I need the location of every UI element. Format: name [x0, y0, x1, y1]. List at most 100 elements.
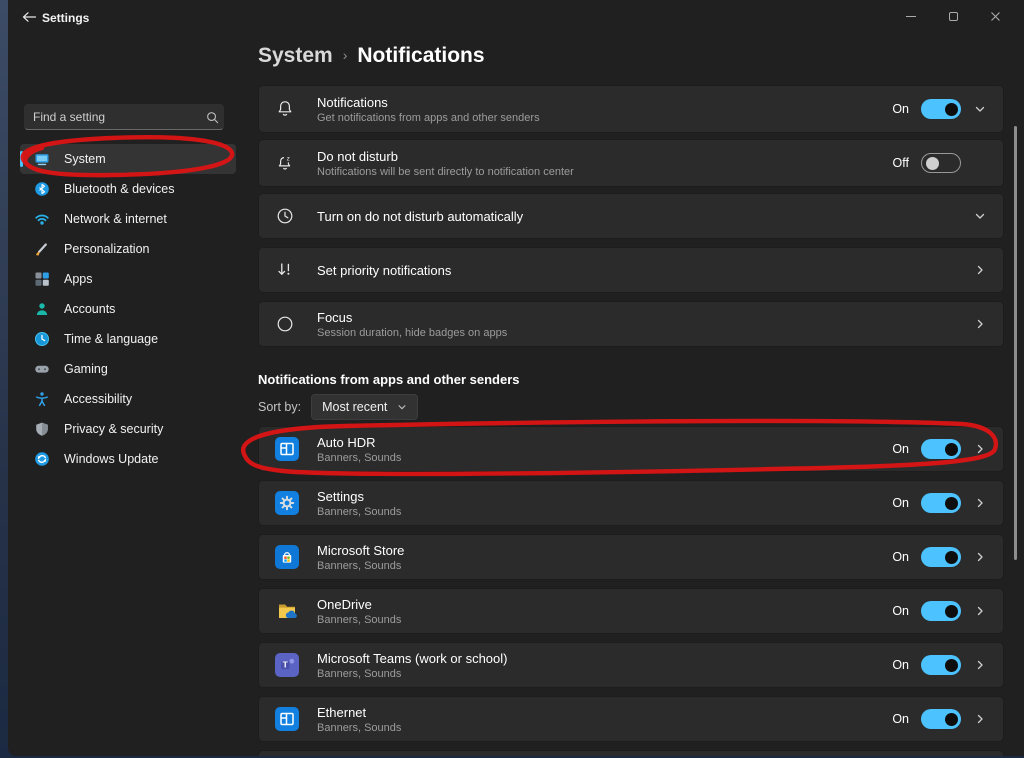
sidebar-item-gaming[interactable]: Gaming [20, 354, 236, 384]
chevron-right-icon [973, 497, 987, 509]
auto-hdr-toggle[interactable] [921, 439, 961, 459]
system-icon [34, 151, 50, 167]
minimize-icon [906, 16, 916, 17]
scrollbar[interactable] [1014, 126, 1017, 560]
card-priority-notifications[interactable]: Set priority notifications [258, 247, 1004, 293]
sort-dropdown-value: Most recent [322, 400, 387, 414]
chevron-right-icon [973, 443, 987, 455]
onedrive-toggle[interactable] [921, 601, 961, 621]
sidebar-item-bluetooth-devices[interactable]: Bluetooth & devices [20, 174, 236, 204]
sort-by-label: Sort by: [258, 400, 301, 414]
sidebar-item-label: Apps [64, 272, 93, 286]
app-subtitle: Banners, Sounds [317, 560, 887, 572]
sidebar: System Bluetooth & devices Network & int… [12, 36, 244, 756]
sidebar-nav: System Bluetooth & devices Network & int… [20, 144, 236, 474]
search-icon [201, 111, 223, 124]
app-row-settings[interactable]: Settings Banners, Sounds On [258, 480, 1004, 526]
apps-icon [34, 271, 50, 287]
close-icon [990, 11, 1001, 22]
app-name: Settings [317, 489, 887, 504]
do-not-disturb-icon: z [275, 153, 295, 173]
sidebar-item-label: Network & internet [64, 212, 167, 226]
app-row-onedrive[interactable]: OneDrive Banners, Sounds On [258, 588, 1004, 634]
toggle-state-label: On [887, 442, 909, 456]
card-title: Turn on do not disturb automatically [317, 209, 973, 224]
app-row-ethernet[interactable]: Ethernet Banners, Sounds On [258, 696, 1004, 742]
chevron-down-icon[interactable] [973, 210, 987, 222]
toggle-state-label: On [887, 658, 909, 672]
card-subtitle: Notifications will be sent directly to n… [317, 166, 887, 178]
card-dnd-automatic[interactable]: Turn on do not disturb automatically [258, 193, 1004, 239]
sidebar-item-label: System [64, 152, 106, 166]
close-button[interactable] [974, 0, 1016, 32]
chevron-right-icon [973, 551, 987, 563]
settings-window: Settings System [8, 0, 1024, 756]
page-title: Notifications [357, 44, 484, 68]
app-row-microsoft-store[interactable]: Microsoft Store Banners, Sounds On [258, 534, 1004, 580]
card-focus[interactable]: Focus Session duration, hide badges on a… [258, 301, 1004, 347]
search-box[interactable] [24, 104, 224, 130]
app-subtitle: Banners, Sounds [317, 452, 887, 464]
maximize-button[interactable] [932, 0, 974, 32]
card-title: Set priority notifications [317, 263, 973, 278]
svg-text:T: T [283, 660, 289, 670]
back-arrow-icon [22, 11, 37, 23]
app-name: Microsoft Teams (work or school) [317, 651, 887, 666]
sidebar-item-system[interactable]: System [20, 144, 236, 174]
sort-dropdown[interactable]: Most recent [311, 394, 418, 420]
sidebar-item-label: Windows Update [64, 452, 159, 466]
chevron-right-icon [973, 318, 987, 330]
app-name: OneDrive [317, 597, 887, 612]
minimize-button[interactable] [890, 0, 932, 32]
card-do-not-disturb[interactable]: z Do not disturb Notifications will be s… [258, 139, 1004, 187]
sidebar-item-accounts[interactable]: Accounts [20, 294, 236, 324]
card-notifications[interactable]: Notifications Get notifications from app… [258, 85, 1004, 133]
app-subtitle: Banners, Sounds [317, 668, 887, 680]
sidebar-item-time-language[interactable]: Time & language [20, 324, 236, 354]
sidebar-item-label: Accessibility [64, 392, 132, 406]
sidebar-item-label: Personalization [64, 242, 149, 256]
app-name: Auto HDR [317, 435, 887, 450]
accessibility-icon [34, 391, 50, 407]
app-row-microsoft-teams[interactable]: T Microsoft Teams (work or school) Banne… [258, 642, 1004, 688]
card-subtitle: Session duration, hide badges on apps [317, 327, 973, 339]
sidebar-item-privacy-security[interactable]: Privacy & security [20, 414, 236, 444]
ethernet-toggle[interactable] [921, 709, 961, 729]
do-not-disturb-toggle[interactable] [921, 153, 961, 173]
sidebar-item-apps[interactable]: Apps [20, 264, 236, 294]
settings-app-toggle[interactable] [921, 493, 961, 513]
app-row-auto-hdr[interactable]: Auto HDR Banners, Sounds On [258, 426, 1004, 472]
toggle-state-label: On [887, 712, 909, 726]
microsoft-teams-toggle[interactable] [921, 655, 961, 675]
toggle-state-label: On [887, 102, 909, 116]
toggle-state-label: On [887, 604, 909, 618]
app-subtitle: Banners, Sounds [317, 614, 887, 626]
sidebar-item-windows-update[interactable]: Windows Update [20, 444, 236, 474]
chevron-right-icon [973, 605, 987, 617]
breadcrumb-system[interactable]: System [258, 44, 333, 68]
app-row-partial[interactable] [258, 750, 1004, 756]
back-button[interactable] [16, 4, 42, 30]
clock-icon [275, 206, 295, 226]
window-app-icon [275, 707, 299, 731]
sidebar-item-network-internet[interactable]: Network & internet [20, 204, 236, 234]
chevron-down-icon [397, 402, 407, 412]
chevron-right-icon [973, 713, 987, 725]
microsoft-store-toggle[interactable] [921, 547, 961, 567]
sidebar-item-accessibility[interactable]: Accessibility [20, 384, 236, 414]
store-app-icon [275, 545, 299, 569]
notifications-toggle[interactable] [921, 99, 961, 119]
window-app-icon [275, 437, 299, 461]
sidebar-item-label: Gaming [64, 362, 108, 376]
chevron-down-icon[interactable] [973, 103, 987, 115]
search-input[interactable] [25, 110, 201, 124]
app-subtitle: Banners, Sounds [317, 506, 887, 518]
breadcrumb: System › Notifications [258, 44, 485, 68]
card-title: Notifications [317, 95, 887, 110]
sidebar-item-personalization[interactable]: Personalization [20, 234, 236, 264]
window-title: Settings [42, 11, 89, 25]
breadcrumb-separator-icon: › [343, 47, 348, 63]
apps-section-heading: Notifications from apps and other sender… [258, 372, 520, 387]
main-content: System › Notifications Notifications Get… [250, 36, 1024, 756]
maximize-icon [949, 12, 958, 21]
